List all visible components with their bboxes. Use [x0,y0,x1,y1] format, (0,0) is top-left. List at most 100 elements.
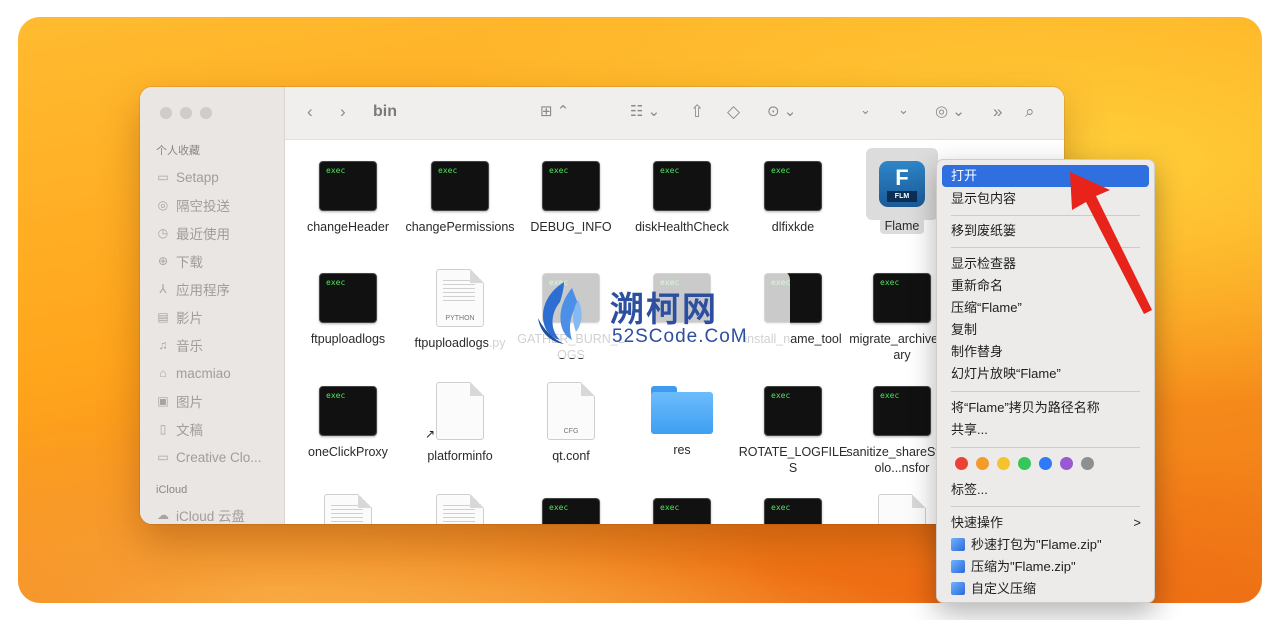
sidebar-item-downloads[interactable]: ⊕ 下载 [156,247,281,275]
tag-purple-button[interactable] [1060,457,1073,470]
chevron-down-icon[interactable]: ⌄ [898,102,909,118]
menu-item-slideshow[interactable]: 幻灯片放映“Flame” [942,363,1149,385]
file-item[interactable]: ↗ platforminfo [404,382,516,464]
chevron-down-icon[interactable]: ⌄ [860,102,871,118]
sidebar-item-label: 音乐 [176,339,203,354]
alias-file-icon: ↗ [425,382,484,441]
file-item[interactable]: exec oneClickProxy [292,386,404,460]
exec-icon: exec [764,498,822,524]
sidebar-item-label: 影片 [176,311,203,326]
menu-item-quick-zip[interactable]: 秒速打包为"Flame.zip" [942,534,1149,556]
file-item[interactable]: res [626,386,738,458]
sidebar-item-setapp[interactable]: ▭ Setapp [156,163,281,191]
overflow-icon[interactable]: » [993,102,1002,122]
menu-item-tags[interactable]: 标签... [942,479,1149,501]
sidebar-item-documents[interactable]: ▯ 文稿 [156,415,281,443]
view-grid-icon[interactable]: ⊞ ⌃ [540,102,569,120]
file-item[interactable]: exec [626,498,738,524]
tag-yellow-button[interactable] [997,457,1010,470]
file-name: changePermissions [405,220,515,234]
file-item[interactable]: exec ROTATE_LOGFILES [737,386,849,476]
archive-icon [951,560,965,573]
exec-icon: exec [764,386,822,436]
folder-icon: ▭ [157,170,169,184]
back-icon[interactable]: ‹ [307,102,313,122]
menu-item-label: 压缩为"Flame.zip" [971,559,1076,574]
cfg-file-icon: CFG [547,382,595,440]
watermark-title: 溯柯网 [610,290,718,330]
sidebar-item-music[interactable]: ♫ 音乐 [156,331,281,359]
tag-orange-button[interactable] [976,457,989,470]
menu-item-quick-actions[interactable]: 快速操作 > [942,512,1149,534]
file-item[interactable] [292,494,404,524]
sidebar-item-applications[interactable]: ⅄ 应用程序 [156,275,281,303]
file-name: ftpuploadlogs [310,332,386,346]
file-item[interactable]: exec ftpuploadlogs [292,273,404,347]
airdrop-toolbar-icon[interactable]: ◎ ⌄ [935,102,965,120]
file-name: diskHealthCheck [635,220,729,234]
file-item[interactable]: exec [737,498,849,524]
flame-app-icon: F FLM [879,161,925,207]
file-name: changeHeader [306,220,389,234]
close-button[interactable] [160,107,172,119]
tag-icon[interactable]: ◇ [727,102,740,122]
tag-green-button[interactable] [1018,457,1031,470]
group-icon[interactable]: ☷ ⌄ [630,102,660,120]
exec-icon: exec [542,498,600,524]
folder-icon: ▭ [157,450,169,464]
menu-item-copy[interactable]: 复制 [942,319,1149,341]
python-file-icon: PYTHON [436,269,484,327]
menu-item-compress-zip[interactable]: 压缩为"Flame.zip" [942,556,1149,578]
cloud-icon: ☁ [157,508,169,522]
file-name: Flame [879,218,925,234]
exec-icon: exec [431,161,489,211]
forward-icon[interactable]: › [340,102,346,122]
apps-icon: ⅄ [159,282,167,296]
file-item[interactable]: exec DEBUG_INFO [515,161,627,235]
file-item[interactable]: exec diskHealthCheck [626,161,738,235]
sidebar-item-airdrop[interactable]: ◎ 隔空投送 [156,191,281,219]
file-item[interactable]: exec changeHeader [292,161,404,235]
sidebar-item-movies[interactable]: ▤ 影片 [156,303,281,331]
watermark-logo-icon [538,282,582,344]
watermark: 溯柯网 52SCode.CoM [490,270,790,358]
file-name: dlfixkde [771,220,815,234]
file-item[interactable]: exec changePermissions [404,161,516,235]
sidebar-item-icloud-drive[interactable]: ☁ iCloud 云盘 [156,501,281,524]
file-item[interactable]: exec dlfixkde [737,161,849,235]
menu-item-custom-compress[interactable]: 自定义压缩 [942,578,1149,600]
sidebar-item-creative-cloud[interactable]: ▭ Creative Clo... [156,443,281,471]
sidebar-item-label: Creative Clo... [176,449,262,465]
watermark-subtitle: 52SCode.CoM [612,326,748,347]
sidebar-item-label: 应用程序 [176,283,230,298]
sidebar: 个人收藏 ▭ Setapp ◎ 隔空投送 ◷ 最近使用 ⊕ 下载 ⅄ 应用程序 ▤ 影片 ♫… [140,87,285,524]
menu-item-share[interactable]: 共享... [942,419,1149,441]
file-item[interactable] [404,494,516,524]
menu-item-label: 自定义压缩 [971,581,1037,596]
zoom-button[interactable] [200,107,212,119]
sidebar-item-recents[interactable]: ◷ 最近使用 [156,219,281,247]
sidebar-item-label: 最近使用 [176,227,230,242]
minimize-button[interactable] [180,107,192,119]
search-icon[interactable]: ⌕ [1025,102,1035,122]
exec-icon: exec [873,386,931,436]
tag-blue-button[interactable] [1039,457,1052,470]
menu-item-copy-path[interactable]: 将“Flame”拷贝为路径名称 [942,397,1149,419]
sidebar-item-label: 下载 [176,255,203,270]
file-item[interactable]: exec [515,498,627,524]
file-item[interactable]: CFG qt.conf [515,382,627,464]
document-icon: ▯ [159,422,167,436]
archive-icon [951,582,965,595]
tag-gray-button[interactable] [1081,457,1094,470]
sidebar-item-home[interactable]: ⌂ macmiao [156,359,281,387]
file-name: oneClickProxy [308,445,388,459]
tag-red-button[interactable] [955,457,968,470]
share-icon[interactable]: ⇧ [690,102,704,122]
menu-item-make-alias[interactable]: 制作替身 [942,341,1149,363]
document-file-icon [324,494,372,524]
favorites-heading: 个人收藏 [156,145,200,157]
more-icon[interactable]: ⊙ ⌄ [767,102,796,120]
tag-color-row [955,457,1094,470]
sidebar-item-pictures[interactable]: ▣ 图片 [156,387,281,415]
folder-title: bin [373,103,397,120]
